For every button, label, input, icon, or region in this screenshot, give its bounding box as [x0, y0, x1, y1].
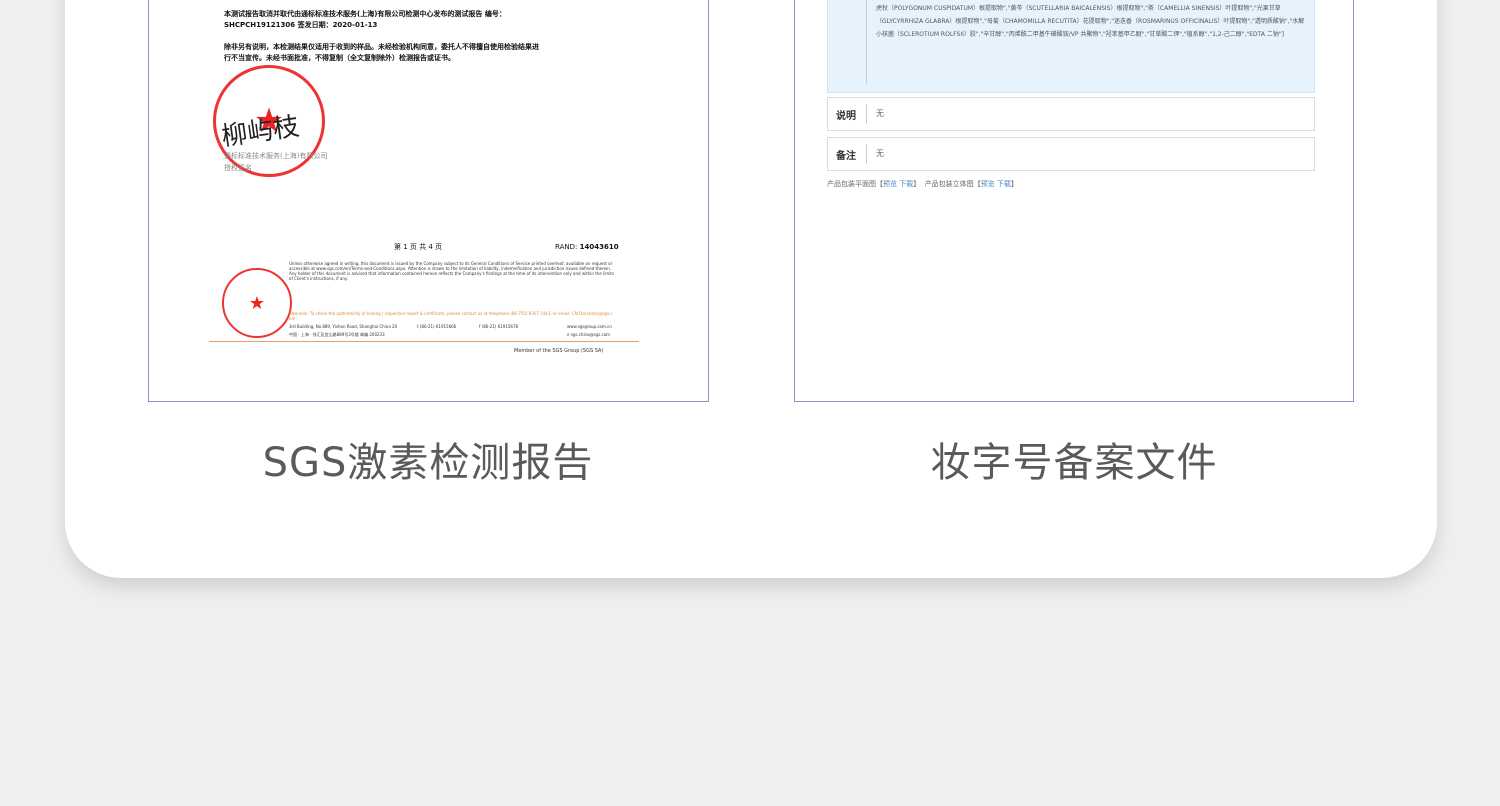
company-name: 通标标准技术服务(上海)有限公司: [224, 152, 328, 160]
preview-link[interactable]: 预览: [981, 180, 995, 188]
fine-print: Unless otherwise agreed in writing, this…: [289, 261, 614, 281]
ingredients-box: 虎杖（POLYGONUM CUSPIDATUM）根提取物","黄芩（SCUTEL…: [827, 0, 1315, 93]
email: e sgs.china@sgs.com: [567, 332, 611, 337]
divider: [866, 104, 867, 124]
phone: t (86-21) 61915666: [417, 324, 457, 329]
download-link[interactable]: 下载: [899, 180, 913, 188]
sgs-report-document: 本测试报告取消并取代由通标标准技术服务(上海)有限公司检测中心发布的测试报告 编…: [148, 0, 709, 402]
sgs-member-note: Member of the SGS Group (SGS SA): [514, 348, 604, 354]
row-value: 无: [876, 109, 884, 118]
preview-link[interactable]: 预览: [883, 180, 897, 188]
rand-label: RAND: 14043610: [555, 242, 619, 253]
report-line: 本测试报告取消并取代由通标标准技术服务(上海)有限公司检测中心发布的测试报告 编…: [224, 10, 506, 18]
package-image-links: 产品包装平面图【预览 下载】 产品包装立体图【预览 下载】: [827, 180, 1018, 188]
row-description: 说明 无: [827, 97, 1315, 131]
rand-value: 14043610: [579, 243, 619, 251]
row-remarks: 备注 无: [827, 137, 1315, 171]
download-link[interactable]: 下载: [997, 180, 1011, 188]
caption-filing-document: 妆字号备案文件: [930, 440, 1218, 486]
report-line: SHCPCH19121306 签发日期：2020-01-13: [224, 21, 378, 29]
report-line: 行不当宣传。未经书面批准，不得复制（全文复制除外）检测报告或证书。: [224, 54, 455, 62]
column-divider: [866, 0, 867, 84]
website: www.sgsgroup.com.cn: [567, 324, 612, 329]
address-cn: 中国 · 上海 · 徐汇区宜山路889号3号楼 邮编 200233: [289, 332, 385, 337]
sgs-seal-icon: ★: [222, 268, 292, 338]
fax: f (86-21) 61915678: [479, 324, 519, 329]
authorized-signature-label: 授权签名: [224, 164, 252, 172]
orange-rule: [209, 341, 639, 342]
ingredients-list: 虎杖（POLYGONUM CUSPIDATUM）根提取物","黄芩（SCUTEL…: [876, 5, 1305, 38]
page-info: 第 1 页 共 4 页: [394, 243, 443, 251]
rand-label-text: RAND:: [555, 243, 578, 251]
row-key: 备注: [836, 151, 856, 162]
address-en: 3rd Building, No.889, Yishan Road, Shang…: [289, 324, 398, 329]
attention-note: Attention: To check the authenticity of …: [289, 311, 613, 321]
cosmetic-filing-document: 虎杖（POLYGONUM CUSPIDATUM）根提取物","黄芩（SCUTEL…: [794, 0, 1354, 402]
divider: [866, 144, 867, 164]
link-label: 产品包装立体图: [924, 180, 974, 188]
row-value: 无: [876, 149, 884, 158]
row-key: 说明: [836, 111, 856, 122]
report-line: 除非另有说明，本检测结果仅适用于收到的样品。未经检验机构同意，委托人不得擅自使用…: [224, 43, 539, 51]
link-label: 产品包装平面图: [827, 180, 876, 188]
caption-sgs-report: SGS激素检测报告: [262, 440, 594, 486]
